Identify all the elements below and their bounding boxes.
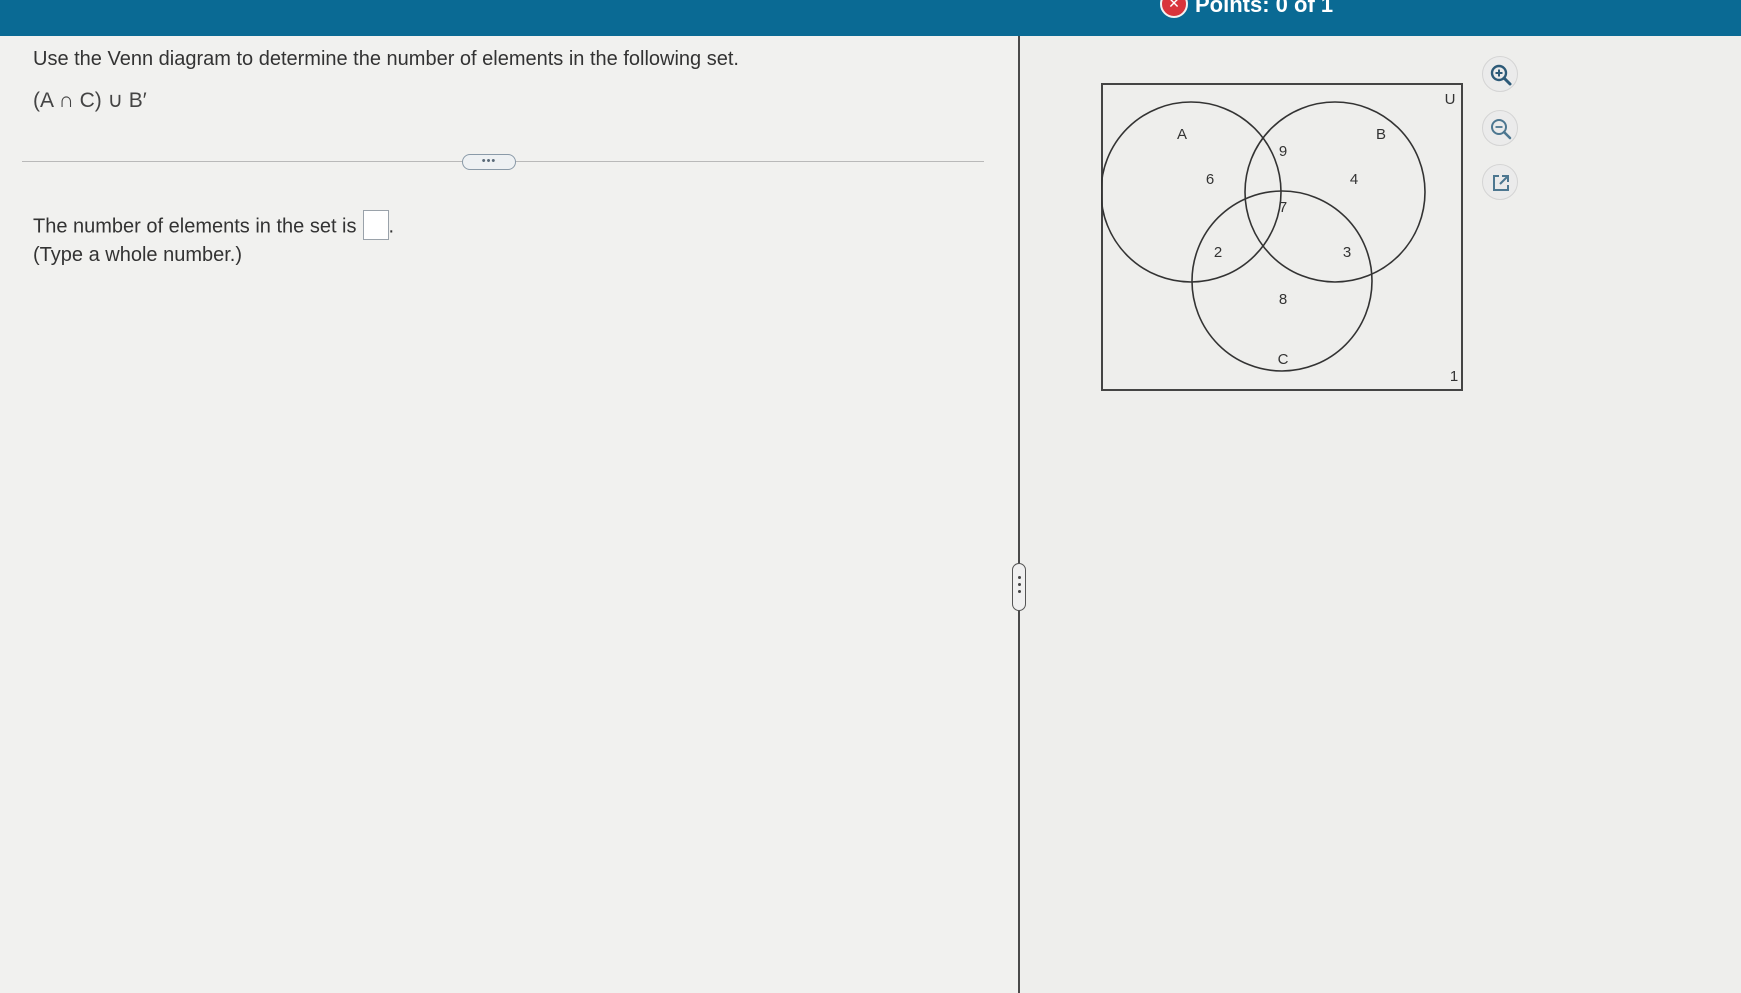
- x-icon: ✕: [1160, 0, 1188, 18]
- answer-line: The number of elements in the set is.: [33, 210, 395, 240]
- region-a-only: 6: [1206, 171, 1214, 188]
- answer-hint: (Type a whole number.): [33, 244, 242, 266]
- region-a-b-only: 9: [1279, 143, 1287, 160]
- region-c-only: 8: [1279, 291, 1287, 308]
- label-a: A: [1177, 126, 1187, 143]
- label-b: B: [1376, 126, 1386, 143]
- open-external-button[interactable]: [1482, 164, 1518, 200]
- region-outside: 1: [1450, 368, 1458, 385]
- region-a-c-only: 2: [1214, 244, 1222, 261]
- region-b-only: 4: [1350, 171, 1358, 188]
- universal-set-box: [1101, 83, 1463, 391]
- region-b-c-only: 3: [1343, 244, 1351, 261]
- venn-diagram: U A B C 6 9 4 7 2 3 8 1: [1101, 83, 1463, 391]
- zoom-in-button[interactable]: [1482, 56, 1518, 92]
- zoom-out-icon: [1491, 119, 1512, 140]
- label-c: C: [1278, 351, 1289, 368]
- zoom-in-icon: [1490, 64, 1512, 86]
- region-a-b-c: 7: [1279, 199, 1287, 216]
- question-pane: Use the Venn diagram to determine the nu…: [0, 36, 1018, 993]
- points-label: Points: 0 of 1: [1195, 0, 1334, 17]
- answer-input[interactable]: [362, 210, 389, 240]
- external-link-icon: [1493, 175, 1509, 191]
- label-u: U: [1445, 91, 1456, 108]
- zoom-out-button[interactable]: [1482, 110, 1518, 146]
- top-bar: ✕ Points: 0 of 1: [0, 0, 1741, 36]
- answer-prefix: The number of elements in the set is: [33, 215, 357, 238]
- question-prompt: Use the Venn diagram to determine the nu…: [33, 48, 739, 70]
- answer-suffix: .: [388, 215, 395, 238]
- more-button[interactable]: •••: [462, 154, 516, 170]
- set-expression: (A ∩ C) ∪ B′: [33, 89, 147, 112]
- circle-a: [1101, 101, 1282, 283]
- pane-resize-handle[interactable]: [1012, 563, 1026, 611]
- pane-divider: [1018, 36, 1020, 993]
